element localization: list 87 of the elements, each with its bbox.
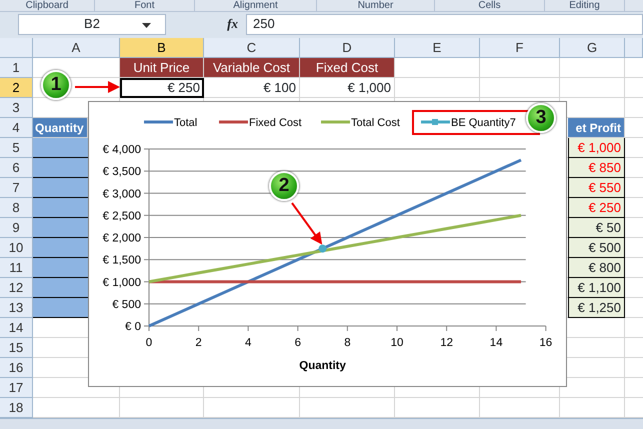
table-cell[interactable]: Unit Price bbox=[120, 58, 204, 78]
callout-arrow bbox=[75, 81, 120, 93]
row-header[interactable]: 13 bbox=[0, 298, 33, 318]
legend-label: Total Cost bbox=[351, 117, 400, 129]
column-header[interactable]: A bbox=[33, 38, 120, 58]
input-cell[interactable] bbox=[33, 178, 88, 198]
table-cell[interactable]: Variable Cost bbox=[204, 58, 300, 78]
ribbon-group-label: Clipboard bbox=[0, 0, 95, 11]
row-header[interactable]: 4 bbox=[0, 118, 33, 138]
table-cell[interactable]: € 50 bbox=[568, 218, 625, 238]
axis-tick-label: 8 bbox=[344, 337, 351, 349]
table-cell[interactable]: Quantity bbox=[33, 118, 88, 138]
axis-tick-label: 6 bbox=[294, 337, 301, 349]
callout-arrow bbox=[291, 202, 322, 245]
table-cell[interactable]: Fixed Cost bbox=[300, 58, 395, 78]
axis-tick-label: € 2,500 bbox=[102, 210, 141, 222]
ribbon-group-label: Number bbox=[317, 0, 435, 11]
axis-tick-label: € 1,000 bbox=[102, 276, 141, 289]
input-cell[interactable] bbox=[33, 138, 88, 158]
legend-item: Total Cost bbox=[321, 117, 400, 129]
name-box[interactable]: B2 bbox=[18, 14, 166, 34]
axis-tick-label: 10 bbox=[390, 337, 404, 349]
input-cell[interactable] bbox=[33, 198, 88, 218]
input-cell[interactable] bbox=[33, 158, 88, 178]
row-header[interactable]: 1 bbox=[0, 58, 33, 78]
axis-tick-label: € 1,500 bbox=[102, 254, 141, 267]
axis-tick-label: € 500 bbox=[112, 298, 141, 311]
input-cell[interactable] bbox=[33, 258, 88, 278]
ribbon-group-label: Alignment bbox=[195, 0, 317, 11]
formula-field[interactable]: 250 bbox=[246, 14, 643, 34]
axis-tick-label: 2 bbox=[195, 337, 202, 349]
ribbon-group-label: Cells bbox=[435, 0, 545, 11]
legend-label: Fixed Cost bbox=[249, 117, 302, 129]
row-header[interactable]: 12 bbox=[0, 278, 33, 298]
table-cell[interactable]: € 1,100 bbox=[568, 278, 625, 298]
row-header[interactable]: 3 bbox=[0, 98, 33, 118]
row-header[interactable]: 7 bbox=[0, 178, 33, 198]
row-header[interactable]: 10 bbox=[0, 238, 33, 258]
axis-tick-label: 12 bbox=[440, 337, 453, 349]
row-header[interactable]: 15 bbox=[0, 338, 33, 358]
row-header[interactable]: 18 bbox=[0, 398, 33, 418]
input-cell[interactable] bbox=[33, 298, 88, 318]
ribbon-group-label: Font bbox=[95, 0, 195, 11]
table-cell[interactable]: € 800 bbox=[568, 258, 625, 278]
column-header[interactable]: C bbox=[204, 38, 300, 58]
row-header[interactable]: 8 bbox=[0, 198, 33, 218]
row-header[interactable]: 11 bbox=[0, 258, 33, 278]
row-header[interactable]: 16 bbox=[0, 358, 33, 378]
axis-tick-label: € 3,500 bbox=[102, 166, 141, 178]
axis-tick-label: € 3,000 bbox=[102, 188, 141, 200]
table-cell[interactable]: € 1,000 bbox=[300, 78, 395, 98]
row-header[interactable]: 9 bbox=[0, 218, 33, 238]
data-point bbox=[318, 244, 327, 253]
axis-title: Quantity bbox=[299, 360, 346, 372]
axis-tick-label: 0 bbox=[146, 337, 152, 349]
column-header[interactable]: E bbox=[395, 38, 480, 58]
table-cell[interactable]: et Profit bbox=[568, 118, 625, 138]
table-cell[interactable]: € 1,250 bbox=[568, 298, 625, 318]
legend-item: Total bbox=[144, 117, 198, 129]
row-header[interactable]: 14 bbox=[0, 318, 33, 338]
cell-reference: B2 bbox=[84, 15, 100, 34]
dropdown-caret-icon bbox=[142, 22, 151, 28]
axis-tick-label: 14 bbox=[490, 337, 503, 349]
column-header[interactable]: D bbox=[300, 38, 395, 58]
row-header[interactable]: 17 bbox=[0, 378, 33, 398]
axis-tick-label: 4 bbox=[245, 337, 252, 349]
axis-tick-label: 16 bbox=[539, 337, 552, 349]
input-cell[interactable] bbox=[33, 238, 88, 258]
legend-item: Fixed Cost bbox=[219, 117, 302, 129]
axis-tick-label: € 2,000 bbox=[102, 232, 141, 244]
table-cell[interactable]: € 250 bbox=[120, 78, 204, 98]
column-header[interactable]: F bbox=[480, 38, 560, 58]
legend-label: Total bbox=[174, 117, 198, 129]
axis-tick-label: € 4,000 bbox=[102, 144, 141, 156]
input-cell[interactable] bbox=[33, 278, 88, 298]
input-cell[interactable] bbox=[33, 218, 88, 238]
row-header[interactable]: 5 bbox=[0, 138, 33, 158]
row-header[interactable]: 2 bbox=[0, 78, 33, 98]
table-cell[interactable]: € 500 bbox=[568, 238, 625, 258]
row-header[interactable]: 6 bbox=[0, 158, 33, 178]
column-header[interactable]: B bbox=[120, 38, 204, 58]
legend-label: BE Quantity7 bbox=[451, 117, 516, 129]
insert-function-button[interactable]: fx bbox=[227, 14, 238, 34]
column-header[interactable]: G bbox=[560, 38, 625, 58]
axis-tick-label: € 0 bbox=[125, 321, 141, 333]
ribbon-group-label: Editing bbox=[545, 0, 625, 11]
table-cell[interactable]: € 100 bbox=[204, 78, 300, 98]
